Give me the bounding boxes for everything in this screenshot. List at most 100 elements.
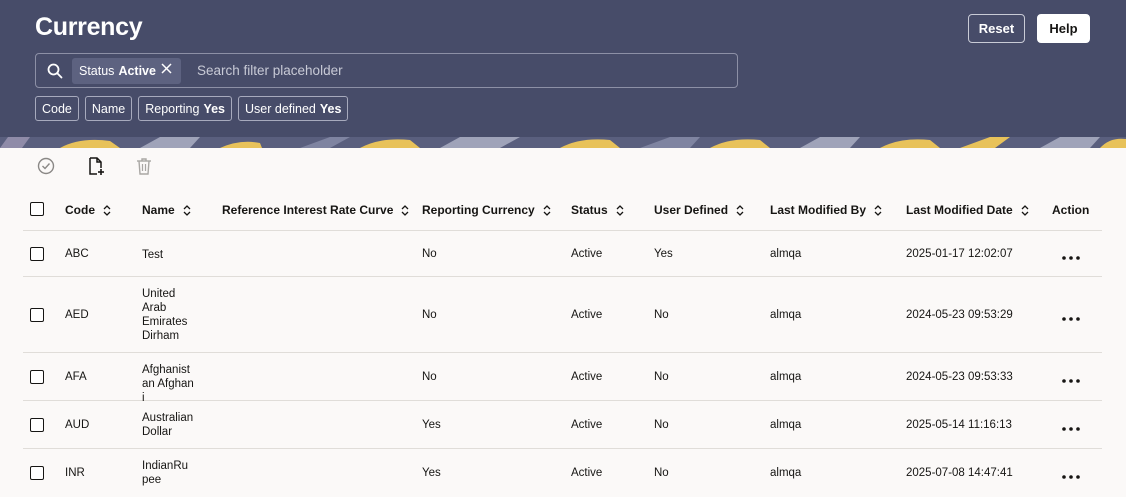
cell-modified-by: almqa: [770, 309, 802, 321]
column-header-user-defined[interactable]: User Defined: [654, 203, 744, 217]
row-checkbox[interactable]: [30, 370, 44, 384]
cell-status: Active: [571, 248, 603, 260]
cell-modified-date: 2024-05-23 09:53:29: [906, 309, 1013, 321]
check-circle-icon[interactable]: [36, 156, 56, 176]
column-label: Name: [142, 203, 175, 217]
cell-status: Active: [571, 467, 603, 479]
column-header-modified-date[interactable]: Last Modified Date: [906, 203, 1029, 217]
cell-reporting: Yes: [422, 467, 441, 479]
cell-code: AED: [65, 309, 89, 321]
cell-user-defined: No: [654, 309, 669, 321]
close-icon[interactable]: [161, 63, 172, 74]
search-icon[interactable]: [47, 63, 63, 79]
row-checkbox[interactable]: [30, 466, 44, 480]
filter-value: Yes: [203, 101, 225, 116]
filter-reporting[interactable]: Reporting Yes: [138, 96, 232, 121]
row-checkbox[interactable]: [30, 308, 44, 322]
more-actions-icon[interactable]: [1061, 474, 1081, 480]
cell-name: United Arab Emirates Dirham: [142, 288, 188, 342]
sort-icon[interactable]: [616, 204, 624, 216]
filter-value: Yes: [319, 101, 342, 116]
column-label: Code: [65, 203, 95, 217]
filter-label: User defined: [245, 101, 316, 116]
column-header-name[interactable]: Name: [142, 203, 191, 217]
filter-label: Code: [42, 101, 72, 116]
table-row[interactable]: ABC Test No Active Yes almqa 2025-01-17 …: [23, 231, 1102, 277]
help-button[interactable]: Help: [1037, 14, 1090, 43]
column-label: Reporting Currency: [422, 203, 535, 217]
quick-filters: Code Name Reporting Yes User defined Yes: [35, 96, 349, 121]
cell-name: Australian Dollar: [142, 412, 194, 438]
cell-user-defined: No: [654, 419, 669, 431]
cell-status: Active: [571, 371, 603, 383]
sort-icon[interactable]: [183, 204, 191, 216]
cell-modified-by: almqa: [770, 371, 802, 383]
page-header: Currency Reset Help Status Active Code N…: [0, 0, 1126, 148]
more-actions-icon[interactable]: [1061, 426, 1081, 432]
more-actions-icon[interactable]: [1061, 316, 1081, 322]
cell-status: Active: [571, 309, 603, 321]
sort-icon[interactable]: [1021, 204, 1029, 216]
column-label: Reference Interest Rate Curve: [222, 203, 394, 217]
column-label: Last Modified By: [770, 203, 867, 217]
table-row[interactable]: AUD Australian Dollar Yes Active No almq…: [23, 401, 1102, 449]
table-row[interactable]: AED United Arab Emirates Dirham No Activ…: [23, 277, 1102, 353]
search-input[interactable]: [197, 54, 727, 87]
cell-status: Active: [571, 419, 603, 431]
column-header-curve[interactable]: Reference Interest Rate Curve: [222, 203, 409, 217]
sort-icon[interactable]: [543, 204, 551, 216]
cell-user-defined: No: [654, 467, 669, 479]
cell-modified-by: almqa: [770, 248, 802, 260]
table-row[interactable]: AFA Afghanistan Afghani No Active No alm…: [23, 353, 1102, 404]
more-actions-icon[interactable]: [1061, 378, 1081, 384]
delete-icon[interactable]: [134, 156, 154, 176]
cell-code: ABC: [65, 248, 89, 260]
cell-reporting: No: [422, 309, 437, 321]
cell-user-defined: Yes: [654, 248, 673, 260]
cell-modified-by: almqa: [770, 467, 802, 479]
new-document-icon[interactable]: [86, 156, 106, 176]
cell-reporting: No: [422, 371, 437, 383]
row-checkbox[interactable]: [30, 247, 44, 261]
filter-name[interactable]: Name: [84, 96, 133, 121]
table-row[interactable]: INR IndianRupee Yes Active No almqa 2025…: [23, 449, 1102, 497]
row-checkbox[interactable]: [30, 418, 44, 432]
cell-modified-by: almqa: [770, 419, 802, 431]
cell-modified-date: 2024-05-23 09:53:33: [906, 371, 1013, 383]
reset-button[interactable]: Reset: [968, 14, 1025, 43]
page-title: Currency: [35, 13, 143, 41]
column-header-modified-by[interactable]: Last Modified By: [770, 203, 882, 217]
cell-modified-date: 2025-05-14 11:16:13: [906, 419, 1012, 431]
cell-name: Test: [142, 249, 164, 261]
header-pattern: [0, 137, 1126, 148]
cell-user-defined: No: [654, 371, 669, 383]
column-label: Action: [1052, 203, 1090, 217]
filter-label: Name: [91, 101, 126, 116]
cell-code: AFA: [65, 371, 87, 383]
column-header-code[interactable]: Code: [65, 203, 111, 217]
column-header-reporting[interactable]: Reporting Currency: [422, 203, 551, 217]
cell-reporting: No: [422, 248, 437, 260]
cell-modified-date: 2025-01-17 12:02:07: [906, 248, 1013, 260]
select-all-checkbox[interactable]: [30, 202, 44, 216]
filter-code[interactable]: Code: [35, 96, 79, 121]
cell-name: Afghanistan Afghani: [142, 364, 194, 404]
sort-icon[interactable]: [874, 204, 882, 216]
column-header-action: Action: [1052, 203, 1089, 217]
filter-label: Reporting: [145, 101, 200, 116]
column-label: Last Modified Date: [906, 203, 1013, 217]
cell-name: IndianRupee: [142, 460, 189, 486]
sort-icon[interactable]: [401, 204, 409, 216]
filter-user-defined[interactable]: User defined Yes: [238, 96, 349, 121]
cell-code: AUD: [65, 419, 90, 431]
cell-code: INR: [65, 467, 85, 479]
cell-modified-date: 2025-07-08 14:47:41: [906, 467, 1013, 479]
column-header-status[interactable]: Status: [571, 203, 624, 217]
chip-key: Status: [79, 64, 115, 78]
more-actions-icon[interactable]: [1061, 255, 1081, 261]
cell-reporting: Yes: [422, 419, 441, 431]
sort-icon[interactable]: [736, 204, 744, 216]
table-toolbar: [0, 154, 200, 178]
search-bar[interactable]: Status Active: [35, 53, 738, 88]
sort-icon[interactable]: [103, 204, 111, 216]
